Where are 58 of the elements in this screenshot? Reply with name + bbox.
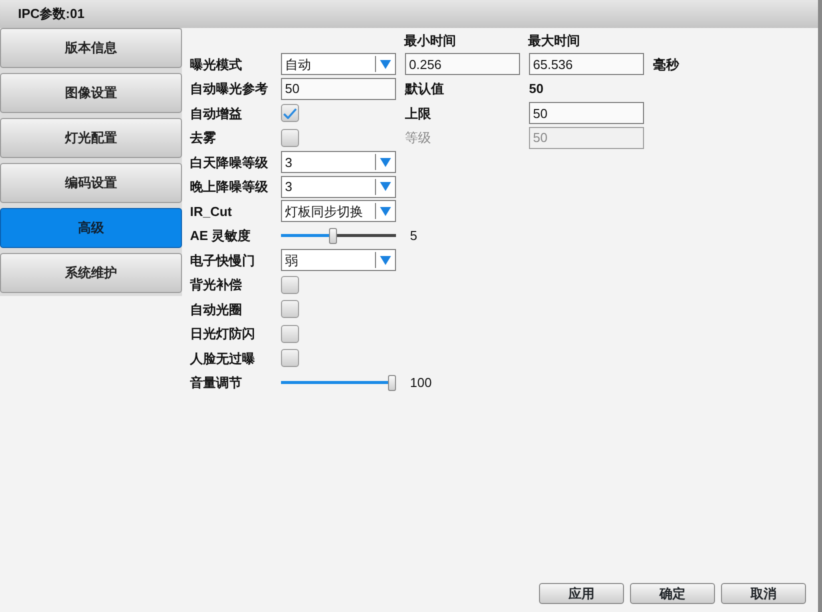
dropdown-arrow-icon [380, 256, 391, 265]
field-label: 日光灯防闪 [190, 325, 256, 343]
field-label: 音量调节 [190, 374, 243, 392]
field-label: IR_Cut [190, 202, 233, 220]
field-label: 自动光圈 [190, 300, 243, 318]
dropdown[interactable]: 灯板同步切换 [281, 200, 396, 222]
label-text: 等级 [405, 129, 431, 147]
checkbox[interactable] [281, 324, 299, 343]
dropdown[interactable]: 自动 [281, 53, 396, 76]
checkbox[interactable] [281, 128, 299, 147]
field-label: 白天降噪等级 [190, 154, 269, 172]
field-label: 晚上降噪等级 [190, 178, 269, 196]
field-label: 背光补偿 [190, 276, 243, 294]
label-text: 毫秒 [653, 56, 679, 74]
field-label: 自动增益 [190, 104, 243, 122]
slider-thumb[interactable] [388, 374, 396, 391]
dropdown-arrow-icon [380, 182, 391, 192]
sidebar-item[interactable]: 版本信息 [0, 28, 182, 68]
dropdown-arrow-icon [380, 60, 391, 69]
action-button[interactable]: 应用 [539, 583, 624, 604]
field-label: 人脸无过曝 [190, 350, 256, 368]
input-field[interactable]: 0.256 [405, 53, 520, 76]
slider-value: 5 [410, 227, 418, 245]
checkbox[interactable] [281, 276, 299, 294]
window-title: IPC参数:01 [18, 5, 84, 24]
sidebar-item[interactable]: 系统维护 [0, 253, 182, 293]
checkbox[interactable] [281, 104, 299, 122]
slider-value: 100 [410, 374, 432, 392]
slider-thumb[interactable] [329, 228, 338, 244]
input-field[interactable]: 65.536 [529, 53, 644, 76]
slider[interactable] [281, 228, 396, 244]
dropdown-arrow-icon [380, 158, 391, 167]
sidebar-item[interactable]: 编码设置 [0, 163, 182, 203]
check-icon [283, 108, 297, 119]
checkbox[interactable] [281, 300, 299, 318]
dropdown-arrow-icon [380, 206, 391, 216]
field-label: AE 灵敏度 [190, 227, 252, 245]
sidebar-item[interactable]: 高级 [0, 208, 182, 248]
input-field[interactable]: 50 [281, 78, 396, 100]
sidebar-item[interactable]: 图像设置 [0, 73, 182, 113]
dropdown[interactable]: 弱 [281, 249, 396, 272]
input-field[interactable]: 50 [529, 102, 644, 124]
checkbox[interactable] [281, 349, 299, 368]
label-text: 50 [529, 80, 544, 98]
column-heading: 最小时间 [404, 32, 456, 50]
sidebar-item[interactable]: 灯光配置 [0, 118, 182, 158]
field-label: 去雾 [190, 129, 217, 147]
field-label: 自动曝光参考 [190, 80, 269, 98]
action-button[interactable]: 取消 [721, 583, 806, 604]
action-button[interactable]: 确定 [630, 583, 715, 604]
dropdown[interactable]: 3 [281, 151, 396, 174]
label-text: 默认值 [405, 80, 444, 98]
column-heading: 最大时间 [528, 32, 580, 50]
field-label: 曝光模式 [190, 56, 243, 74]
field-label: 电子快慢门 [190, 252, 256, 270]
dropdown[interactable]: 3 [281, 176, 396, 198]
label-text: 上限 [405, 104, 431, 122]
slider[interactable] [281, 374, 396, 391]
